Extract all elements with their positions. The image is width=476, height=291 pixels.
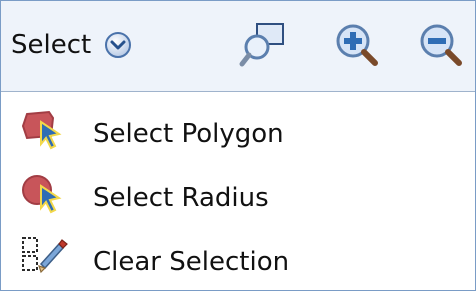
zoom-in-icon bbox=[336, 24, 378, 66]
chevron-down-icon bbox=[103, 30, 133, 60]
radius-select-icon bbox=[17, 172, 73, 220]
select-dropdown[interactable]: Select bbox=[11, 23, 133, 67]
select-menu-window: Select Select Polygon Select Radius Clea… bbox=[0, 0, 476, 291]
menu-item-label: Select Polygon bbox=[93, 119, 284, 149]
zoom-rectangle-icon bbox=[239, 23, 284, 67]
zoom-area-button[interactable] bbox=[239, 19, 291, 71]
zoom-out-icon bbox=[420, 24, 462, 66]
select-label: Select bbox=[11, 30, 92, 60]
menu-item-label: Select Radius bbox=[93, 183, 269, 213]
menu-item-select-polygon[interactable]: Select Polygon bbox=[1, 102, 475, 166]
zoom-in-button[interactable] bbox=[331, 19, 383, 71]
menu-item-label: Clear Selection bbox=[93, 247, 290, 277]
toolbar: Select bbox=[1, 1, 475, 92]
clear-selection-icon bbox=[17, 234, 73, 282]
zoom-out-button[interactable] bbox=[415, 19, 467, 71]
menu-item-clear-selection[interactable]: Clear Selection bbox=[1, 230, 475, 290]
menu-item-select-radius[interactable]: Select Radius bbox=[1, 166, 475, 230]
polygon-select-icon bbox=[17, 108, 73, 156]
